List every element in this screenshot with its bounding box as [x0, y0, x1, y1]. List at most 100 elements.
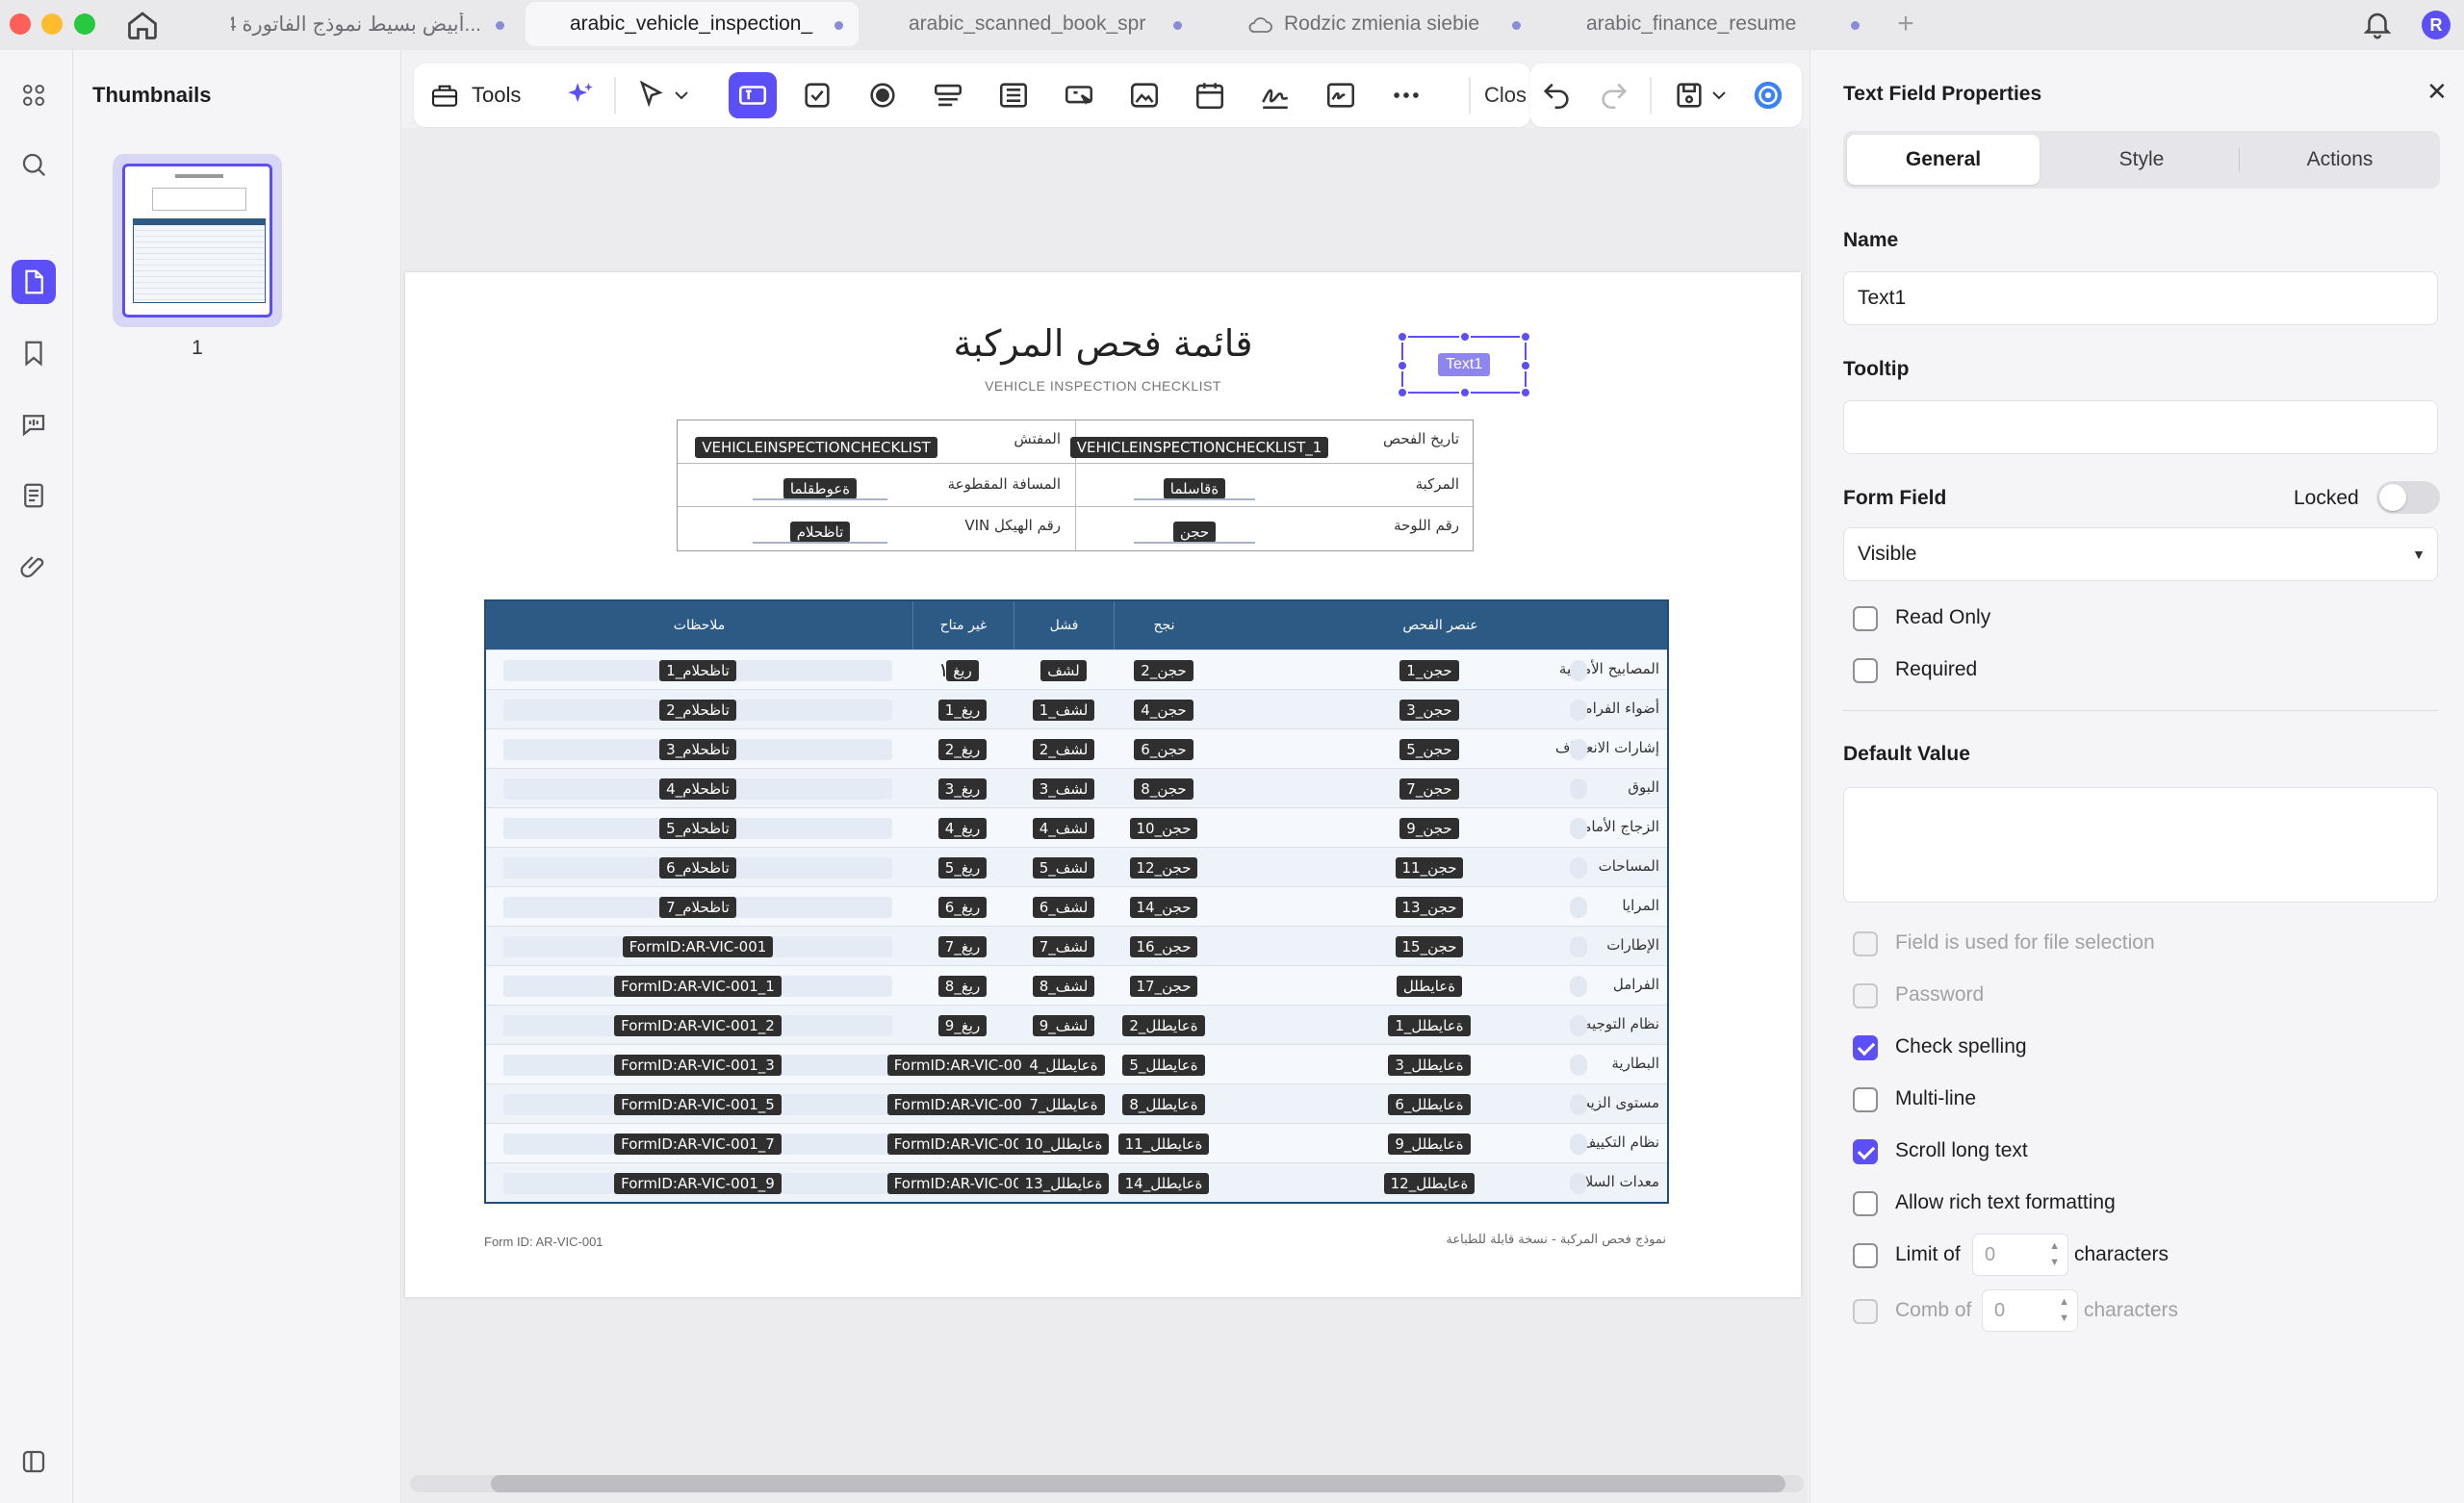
form-field[interactable]: حجن_6	[1087, 737, 1241, 761]
radio-button-tool-icon[interactable]	[859, 72, 907, 118]
checkbox-tool-icon[interactable]	[793, 72, 841, 118]
form-field[interactable]: حجن	[1134, 521, 1255, 544]
name-input[interactable]: Text1	[1843, 271, 2438, 325]
attachment-icon[interactable]	[12, 545, 56, 589]
visibility-select[interactable]: Visible ▼	[1843, 527, 2438, 581]
tools-button[interactable]: Tools	[429, 72, 521, 118]
minimize-window-button[interactable]	[41, 13, 63, 35]
form-field[interactable]: حجن_4	[1087, 698, 1241, 722]
form-field[interactable]: ةعايطلل_3	[1333, 1053, 1526, 1077]
form-field[interactable]: حجن_2	[1087, 658, 1241, 682]
form-field[interactable]: ةعايطلل_8	[1087, 1092, 1241, 1116]
sidebar-toggle-icon[interactable]	[12, 1439, 56, 1484]
password-checkbox[interactable]	[1853, 983, 1878, 1008]
form-field[interactable]: حجن_11	[1333, 855, 1526, 879]
form-field[interactable]: ةعايطلل_2	[1087, 1013, 1241, 1037]
form-field[interactable]: FormID:AR-VIC-001_5	[503, 1092, 892, 1116]
combo-box-tool-icon[interactable]	[924, 72, 972, 118]
tab-rodzic[interactable]: Rodzic zmienia siebie	[1203, 2, 1536, 46]
close-window-button[interactable]	[10, 13, 31, 35]
form-field[interactable]: FormID:AR-VIC-001_7	[503, 1132, 892, 1156]
tab-finance-resume[interactable]: arabic_finance_resume	[1542, 2, 1875, 46]
more-icon[interactable]	[1382, 72, 1430, 118]
form-field[interactable]: حجن_12	[1087, 855, 1241, 879]
search-icon[interactable]	[12, 142, 56, 187]
form-field[interactable]: حجن_3	[1333, 698, 1526, 722]
form-field[interactable]: حجن_8	[1087, 777, 1241, 801]
check-spelling-checkbox[interactable]	[1853, 1035, 1878, 1060]
date-field-tool-icon[interactable]	[1186, 72, 1234, 118]
form-field[interactable]: حجن_7	[1333, 777, 1526, 801]
form-field[interactable]: حجن_9	[1333, 816, 1526, 840]
form-field[interactable]: ةعايطلل_14	[1087, 1171, 1241, 1195]
locked-toggle[interactable]	[2376, 481, 2440, 514]
form-field[interactable]: حجن_13	[1333, 895, 1526, 919]
document-icon[interactable]	[12, 473, 56, 518]
tooltip-input[interactable]	[1843, 400, 2438, 454]
resize-handle[interactable]	[1520, 387, 1531, 398]
home-icon[interactable]	[125, 8, 160, 42]
form-field[interactable]: حجن_5	[1333, 737, 1526, 761]
comb-of-checkbox[interactable]	[1853, 1299, 1878, 1324]
rich-text-checkbox[interactable]	[1853, 1191, 1878, 1216]
form-field[interactable]: ةعايطلل	[1333, 974, 1526, 998]
digital-signature-tool-icon[interactable]	[1317, 72, 1365, 118]
image-field-tool-icon[interactable]	[1120, 72, 1168, 118]
grid-icon[interactable]	[12, 73, 56, 117]
chevron-down-icon[interactable]	[670, 72, 693, 118]
list-box-tool-icon[interactable]	[989, 72, 1038, 118]
resize-handle[interactable]	[1459, 387, 1471, 398]
close-icon[interactable]: ✕	[2426, 77, 2448, 107]
horizontal-scrollbar[interactable]	[491, 1475, 1785, 1492]
form-field[interactable]: تاظحلام_1	[503, 658, 892, 682]
multi-line-checkbox[interactable]	[1853, 1087, 1878, 1112]
required-checkbox[interactable]	[1853, 658, 1878, 683]
read-only-checkbox[interactable]	[1853, 606, 1878, 631]
form-field[interactable]: FormID:AR-VIC-001_3	[503, 1053, 892, 1077]
zoom-window-button[interactable]	[74, 13, 95, 35]
form-field[interactable]: ةقاسلما	[1134, 477, 1255, 500]
bookmark-icon[interactable]	[12, 331, 56, 375]
bell-icon[interactable]	[2361, 8, 2394, 40]
scroll-long-text-checkbox[interactable]	[1853, 1139, 1878, 1164]
form-field[interactable]: VEHICLEINSPECTIONCHECKLIST	[689, 436, 943, 459]
tab-scanned-book[interactable]: arabic_scanned_book_spr	[864, 2, 1197, 46]
comb-stepper[interactable]: 0 ▲ ▼	[1982, 1289, 2078, 1332]
signature-tool-icon[interactable]	[1251, 72, 1299, 118]
undo-icon[interactable]	[1532, 72, 1580, 118]
form-field[interactable]: ةعايطلل_11	[1087, 1132, 1241, 1156]
form-field[interactable]: حجن_15	[1333, 934, 1526, 958]
close-form-edit-button[interactable]: Close	[1484, 72, 1527, 118]
form-field[interactable]: حجن_1	[1333, 658, 1526, 682]
resize-handle[interactable]	[1520, 331, 1531, 343]
avatar[interactable]: R	[2422, 11, 2451, 39]
comment-icon[interactable]	[12, 402, 56, 446]
form-field[interactable]: حجن_10	[1087, 816, 1241, 840]
resize-handle[interactable]	[1459, 331, 1471, 343]
save-icon[interactable]	[1665, 72, 1713, 118]
form-field[interactable]: FormID:AR-VIC-001_1	[503, 974, 892, 998]
tab-style[interactable]: Style	[2045, 135, 2238, 185]
form-field[interactable]: ةعوطقلما	[753, 477, 887, 500]
form-field[interactable]: حجن_16	[1087, 934, 1241, 958]
default-value-input[interactable]	[1843, 787, 2438, 903]
page-thumbnail[interactable]	[113, 154, 282, 327]
resize-handle[interactable]	[1397, 331, 1408, 343]
form-field[interactable]: تاظحلام_6	[503, 855, 892, 879]
form-field[interactable]: تاظحلام_5	[503, 816, 892, 840]
tab-actions[interactable]: Actions	[2244, 135, 2436, 185]
resize-handle[interactable]	[1397, 360, 1408, 371]
tab-general[interactable]: General	[1847, 135, 2040, 185]
form-field[interactable]: حجن_17	[1087, 974, 1241, 998]
form-field[interactable]: حجن_14	[1087, 895, 1241, 919]
form-field[interactable]: ةعايطلل_5	[1087, 1053, 1241, 1077]
form-field[interactable]: ةعايطلل_12	[1333, 1171, 1526, 1195]
form-field[interactable]: ةعايطلل_6	[1333, 1092, 1526, 1116]
tab-invoice[interactable]: ...أبيض بسيط نموذج الفاتورة A4	[187, 2, 520, 46]
text-field-tool-icon[interactable]	[729, 72, 777, 118]
resize-handle[interactable]	[1520, 360, 1531, 371]
selected-text-field[interactable]: Text1	[1397, 331, 1531, 398]
new-tab-button[interactable]: +	[1888, 8, 1923, 40]
form-field[interactable]: ةعايطلل_1	[1333, 1013, 1526, 1037]
redo-icon[interactable]	[1590, 72, 1638, 118]
